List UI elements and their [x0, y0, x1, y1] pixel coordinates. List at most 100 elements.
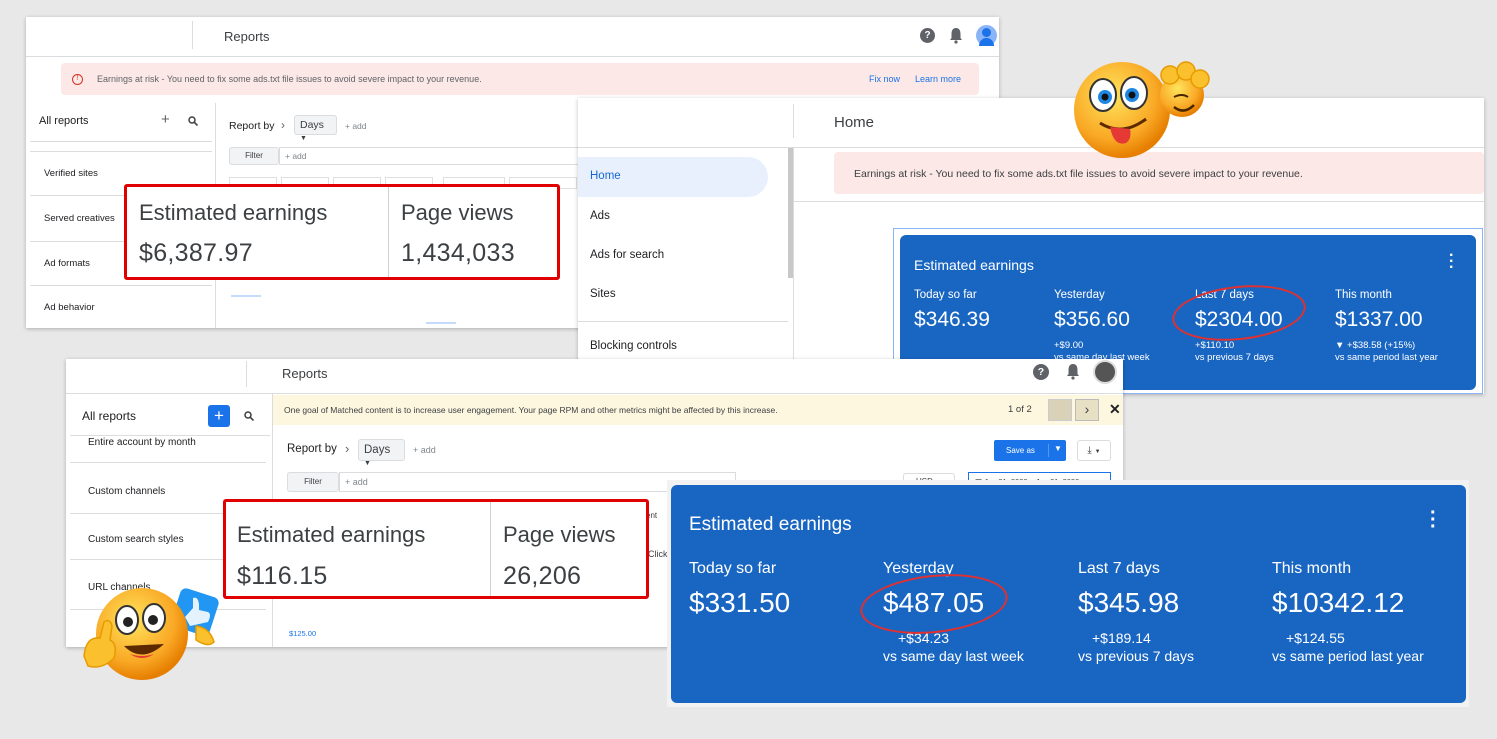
days-value: Days [300, 119, 324, 131]
metrics-highlight-2: Estimated earnings $116.15 Page views 26… [223, 499, 649, 599]
page-title: Reports [224, 29, 270, 44]
page-views-value: 1,434,033 [401, 239, 515, 267]
error-icon: ! [72, 74, 83, 85]
close-icon[interactable]: ✕ [1109, 401, 1121, 418]
download-icon: ⤓ [1087, 445, 1092, 456]
search-icon[interactable] [188, 116, 198, 126]
filter-placeholder: + add [345, 477, 368, 487]
avatar[interactable] [1093, 360, 1117, 384]
sidebar-item-ad-formats[interactable]: Ad formats [44, 258, 90, 269]
stat-compare-month: vs same period last year [1335, 352, 1438, 363]
stat-value-month: $1337.00 [1335, 308, 1423, 331]
chevron-right-icon: › [345, 441, 350, 456]
stat-compare-last7: vs previous 7 days [1078, 648, 1194, 664]
all-reports-label: All reports [82, 409, 137, 423]
prev-page-button[interactable] [1048, 399, 1072, 421]
pager-text: 1 of 2 [1008, 404, 1032, 415]
stat-label-last7: Last 7 days [1078, 560, 1160, 577]
more-options-icon[interactable]: · · · [1430, 503, 1437, 537]
stat-value-yesterday: $356.60 [1054, 308, 1130, 331]
thumbs-up-emoji [83, 588, 219, 680]
more-options-icon[interactable]: · · · [1449, 248, 1454, 276]
stat-label-yesterday: Yesterday [1054, 289, 1105, 301]
filter-label: Filter [245, 151, 263, 160]
stat-label-month: This month [1335, 289, 1392, 301]
alert-text: Earnings at risk - You need to fix some … [854, 168, 1303, 180]
winking-tongue-emoji [1074, 61, 1210, 158]
estimated-earnings-label: Estimated earnings [139, 200, 328, 225]
nav-item-blocking-controls[interactable]: Blocking controls [590, 340, 677, 352]
clicks-header-partial: Click [648, 549, 668, 559]
nav-item-ads-for-search[interactable]: Ads for search [590, 249, 664, 261]
save-as-label: Save as [1006, 446, 1035, 455]
stat-delta-month: ▼ +$38.58 (+15%) [1335, 340, 1416, 351]
help-icon[interactable]: ? [1033, 364, 1049, 380]
matched-content-banner: One goal of Matched content is to increa… [273, 395, 1123, 425]
add-report-icon[interactable]: + [161, 111, 170, 128]
stat-compare-last7: vs previous 7 days [1195, 352, 1274, 363]
stat-delta-last7: +$110.10 [1195, 340, 1235, 351]
nav-label: Home [590, 170, 621, 182]
card-title: Estimated earnings [914, 257, 1034, 273]
next-page-button[interactable]: › [1075, 399, 1099, 421]
nav-item-home[interactable]: Home [578, 157, 768, 197]
stat-compare-yesterday: vs same day last week [883, 648, 1024, 664]
dropdown-arrow-icon: ▼ [1094, 449, 1101, 455]
sidebar-item-entire-account[interactable]: Entire account by month [88, 437, 196, 448]
page-views-label: Page views [503, 522, 616, 547]
filter-placeholder: + add [285, 151, 307, 161]
fix-now-link[interactable]: Fix now [869, 74, 900, 84]
estimated-earnings-value: $6,387.97 [139, 239, 253, 267]
sidebar-item-custom-search-styles[interactable]: Custom search styles [88, 534, 184, 545]
page-views-label: Page views [401, 200, 514, 225]
bell-icon[interactable] [948, 27, 964, 44]
metrics-highlight-1: Estimated earnings $6,387.97 Page views … [124, 184, 560, 280]
filter-button[interactable]: Filter [287, 472, 339, 492]
report-by-label: Report by [229, 120, 275, 132]
nav-item-ads[interactable]: Ads [590, 210, 610, 222]
stat-label-today: Today so far [689, 560, 777, 577]
chart-line-hint [231, 295, 261, 297]
days-dropdown[interactable]: Days ▼ [294, 115, 337, 142]
search-icon[interactable] [244, 411, 254, 421]
stat-label-month: This month [1272, 560, 1352, 577]
page-title: Reports [282, 366, 328, 381]
stat-compare-month: vs same period last year [1272, 648, 1424, 664]
page-views-value: 26,206 [503, 562, 582, 590]
save-as-button[interactable]: Save as ▼ [994, 440, 1066, 461]
sidebar-item-custom-channels[interactable]: Custom channels [88, 486, 165, 497]
banner-text: One goal of Matched content is to increa… [284, 405, 778, 415]
learn-more-link[interactable]: Learn more [915, 74, 961, 84]
add-report-button[interactable]: + [208, 405, 230, 427]
filter-button[interactable]: Filter [229, 147, 279, 165]
nav-item-sites[interactable]: Sites [590, 288, 616, 300]
report-by-label: Report by [287, 443, 337, 455]
sidebar-item-served-creatives[interactable]: Served creatives [44, 213, 115, 224]
dropdown-arrow-icon: ▼ [364, 460, 371, 467]
avatar[interactable] [976, 25, 997, 46]
dropdown-arrow-icon: ▼ [300, 135, 307, 142]
sidebar-item-verified-sites[interactable]: Verified sites [44, 168, 98, 179]
add-dimension-link[interactable]: + add [345, 121, 367, 131]
chart-line-hint [426, 322, 456, 324]
estimated-earnings-label: Estimated earnings [237, 522, 426, 547]
bell-icon[interactable] [1065, 363, 1081, 380]
all-reports-label: All reports [39, 115, 89, 127]
sidebar-item-ad-behavior[interactable]: Ad behavior [44, 302, 95, 313]
stat-value-last7: $345.98 [1078, 587, 1180, 618]
add-dimension-link[interactable]: + add [413, 445, 436, 455]
card-title: Estimated earnings [689, 514, 852, 535]
estimated-earnings-value: $116.15 [237, 562, 328, 590]
filter-input[interactable]: + add [279, 147, 579, 165]
save-as-dropdown-icon[interactable]: ▼ [1048, 444, 1062, 457]
stat-delta-month: +$124.55 [1286, 630, 1345, 646]
stat-value-today: $331.50 [689, 587, 791, 618]
ads-txt-alert: ! Earnings at risk - You need to fix som… [61, 63, 979, 95]
help-icon[interactable]: ? [920, 28, 935, 43]
stat-value-month: $10342.12 [1272, 587, 1405, 618]
days-dropdown[interactable]: Days ▼ [358, 439, 405, 467]
stat-delta-last7: +$189.14 [1092, 630, 1151, 646]
download-dropdown[interactable]: ⤓ ▼ [1077, 440, 1111, 461]
filter-label: Filter [304, 477, 322, 486]
estimated-earnings-card-large: Estimated earnings · · · Today so far $331… [671, 485, 1466, 703]
